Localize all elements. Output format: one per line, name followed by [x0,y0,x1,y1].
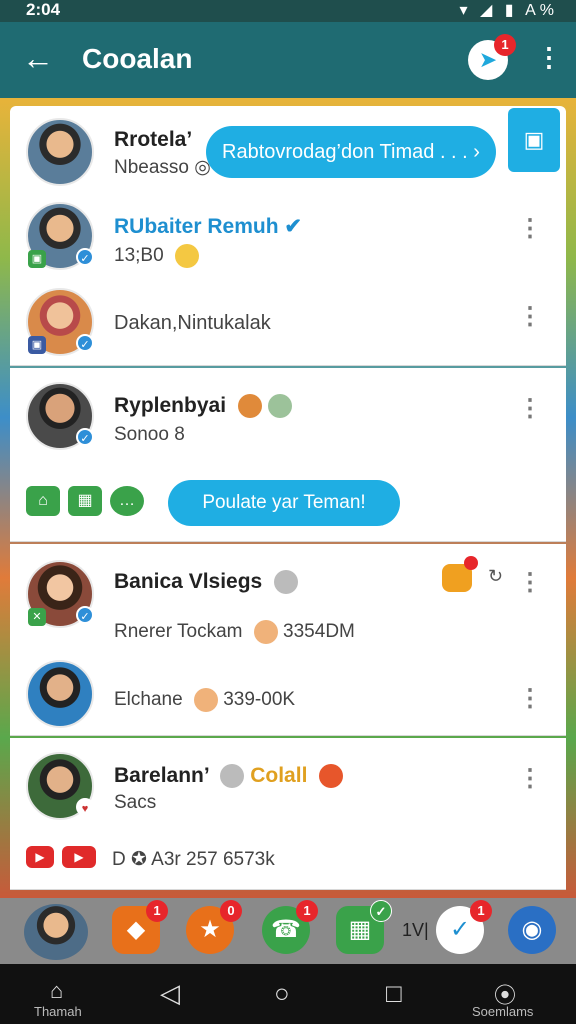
dock-app-phone[interactable]: ☎ 1 [262,900,318,954]
contact-name: Barelann’ Colall [114,764,344,789]
contact-status: Sonoo 8 [114,424,185,445]
dock-label: 1V| [402,920,429,940]
contact-status: Elchane 339-00K [114,688,296,712]
dock-app-check[interactable]: ✓ 1 [436,900,492,954]
notification-dot-icon [464,556,478,570]
sticker-icon [174,244,199,268]
dock-app-sheets[interactable]: ▦ ✓ [336,900,392,954]
list-item[interactable]: ▣ ✓ Dakan,Nintukalak ⋮ [10,282,566,366]
list-item[interactable]: Rrotela’ Nbeasso ◎ Rabtovrodag’don Timad… [10,106,566,194]
info-icon [220,764,245,789]
status-bar: 2:04 ▾ ◢ ▮ A% [0,0,576,22]
dock-app-globe[interactable]: ◉ [508,906,556,954]
calendar-icon[interactable]: ▦ [68,486,102,516]
avatar[interactable]: ✓ [26,382,94,450]
contact-status: Nbeasso ◎ [114,157,211,178]
chat-icon[interactable]: … [110,486,144,516]
status-icons: ▾ ◢ ▮ A% [459,2,558,19]
row-more-icon[interactable]: ⋮ [518,568,542,597]
emoji-icon [267,394,292,419]
app-dock: ◆ 1 ★ 0 ☎ 1 ▦ ✓ 1V| ✓ 1 ◉ [0,898,576,964]
recents-icon[interactable]: □ [386,978,402,1009]
right-label: Soemlams [472,1004,534,1019]
app-badge-icon: ▣ [28,336,46,354]
reaction-icon: ♥ [76,798,94,816]
refresh-icon[interactable]: ↻ [488,566,503,587]
app-badge-icon: ▣ [28,250,46,268]
back-arrow-icon[interactable]: ← [22,40,54,76]
row-footer-text: D ✪ A3r 257 6573k [112,849,275,870]
dock-app-fox[interactable]: ★ 0 [186,900,242,954]
avatar[interactable]: ▣ ✓ [26,202,94,270]
home-label: Thamah [34,1004,82,1019]
conversation-card-3: ✕ ✓ Banica Vlsiegs Rnerer Tockam 3354DM … [10,544,566,736]
home-icon[interactable]: ⌂ [26,486,60,516]
video-call-icon[interactable]: ▣ [508,108,560,172]
page-title: Cooalan [82,43,193,74]
verified-icon: ✓ [76,248,94,266]
contact-name: Banica Vlsiegs [114,570,299,595]
messenger-badge: 1 [494,34,516,56]
avatar[interactable] [26,118,94,186]
angry-emoji-icon [319,764,344,789]
avatar[interactable] [26,660,94,728]
reaction-icon [237,394,262,419]
contact-name: RUbaiter Remuh ✔ [114,215,302,238]
row-more-icon[interactable]: ⋮ [518,684,542,713]
dock-badge: ✓ [370,900,392,922]
list-item[interactable]: ▣ ✓ RUbaiter Remuh ✔ 13;B0 ⋮ [10,194,566,282]
avatar[interactable]: ✕ ✓ [26,560,94,628]
conversation-card-4: ♥ Barelann’ Colall Sacs ⋮ ▶ ▶ D ✪ A3r 25… [10,738,566,890]
avatar[interactable]: ▣ ✓ [26,288,94,356]
broadcast-pill-button[interactable]: Rabtovrodag’don Timad . . . › [206,126,496,178]
contact-status: Sacs [114,792,157,813]
face-emoji-icon [193,688,218,712]
profile-avatar[interactable] [24,904,88,960]
dock-app-notes[interactable]: ◆ 1 [112,900,168,954]
more-options-icon[interactable]: ⋮ [536,42,562,73]
back-icon[interactable]: ◁ [160,978,180,1009]
contact-status: 13;B0 [114,244,199,268]
row-more-icon[interactable]: ⋮ [518,764,542,793]
avatar[interactable]: ♥ [26,752,94,820]
verified-icon: ✓ [76,606,94,624]
info-icon [274,570,299,595]
app-badge-icon: ✕ [28,608,46,626]
verified-icon: ✓ [76,428,94,446]
app-bar: ← Cooalan ➤ 1 ⋮ [0,22,576,98]
youtube-icon[interactable]: ▶ [62,846,96,868]
verified-icon: ✓ [76,334,94,352]
row-more-icon[interactable]: ⋮ [518,214,542,243]
contact-name: Rrotela’ [114,128,193,151]
list-item[interactable]: ✕ ✓ Banica Vlsiegs Rnerer Tockam 3354DM … [10,544,566,644]
row-more-icon[interactable]: ⋮ [518,302,542,331]
home-icon[interactable]: ○ [274,978,290,1009]
system-nav-bar: ⌂ Thamah ◁ ○ □ ⦿ Soemlams [0,964,576,1024]
messenger-icon: ➤ [478,47,498,72]
messenger-button[interactable]: ➤ 1 [468,34,516,80]
video-icon[interactable]: ▶ [26,846,54,868]
verified-badge-icon: ✔ [284,215,302,238]
row-more-icon[interactable]: ⋮ [518,394,542,423]
contact-name: Ryplenbyai [114,394,292,419]
contact-status: Dakan,Nintukalak [114,312,271,334]
conversation-card-1: Rrotela’ Nbeasso ◎ Rabtovrodag’don Timad… [10,106,566,366]
conversation-card-2: ✓ Ryplenbyai Sonoo 8 ⋮ ⌂ ▦ … Poulate yar… [10,368,566,542]
list-item[interactable]: Elchane 339-00K ⋮ [10,634,566,734]
home-app-icon[interactable]: ⌂ [50,978,63,1004]
invite-friend-button[interactable]: Poulate yar Teman! [168,480,400,526]
status-time: 2:04 [26,0,61,19]
